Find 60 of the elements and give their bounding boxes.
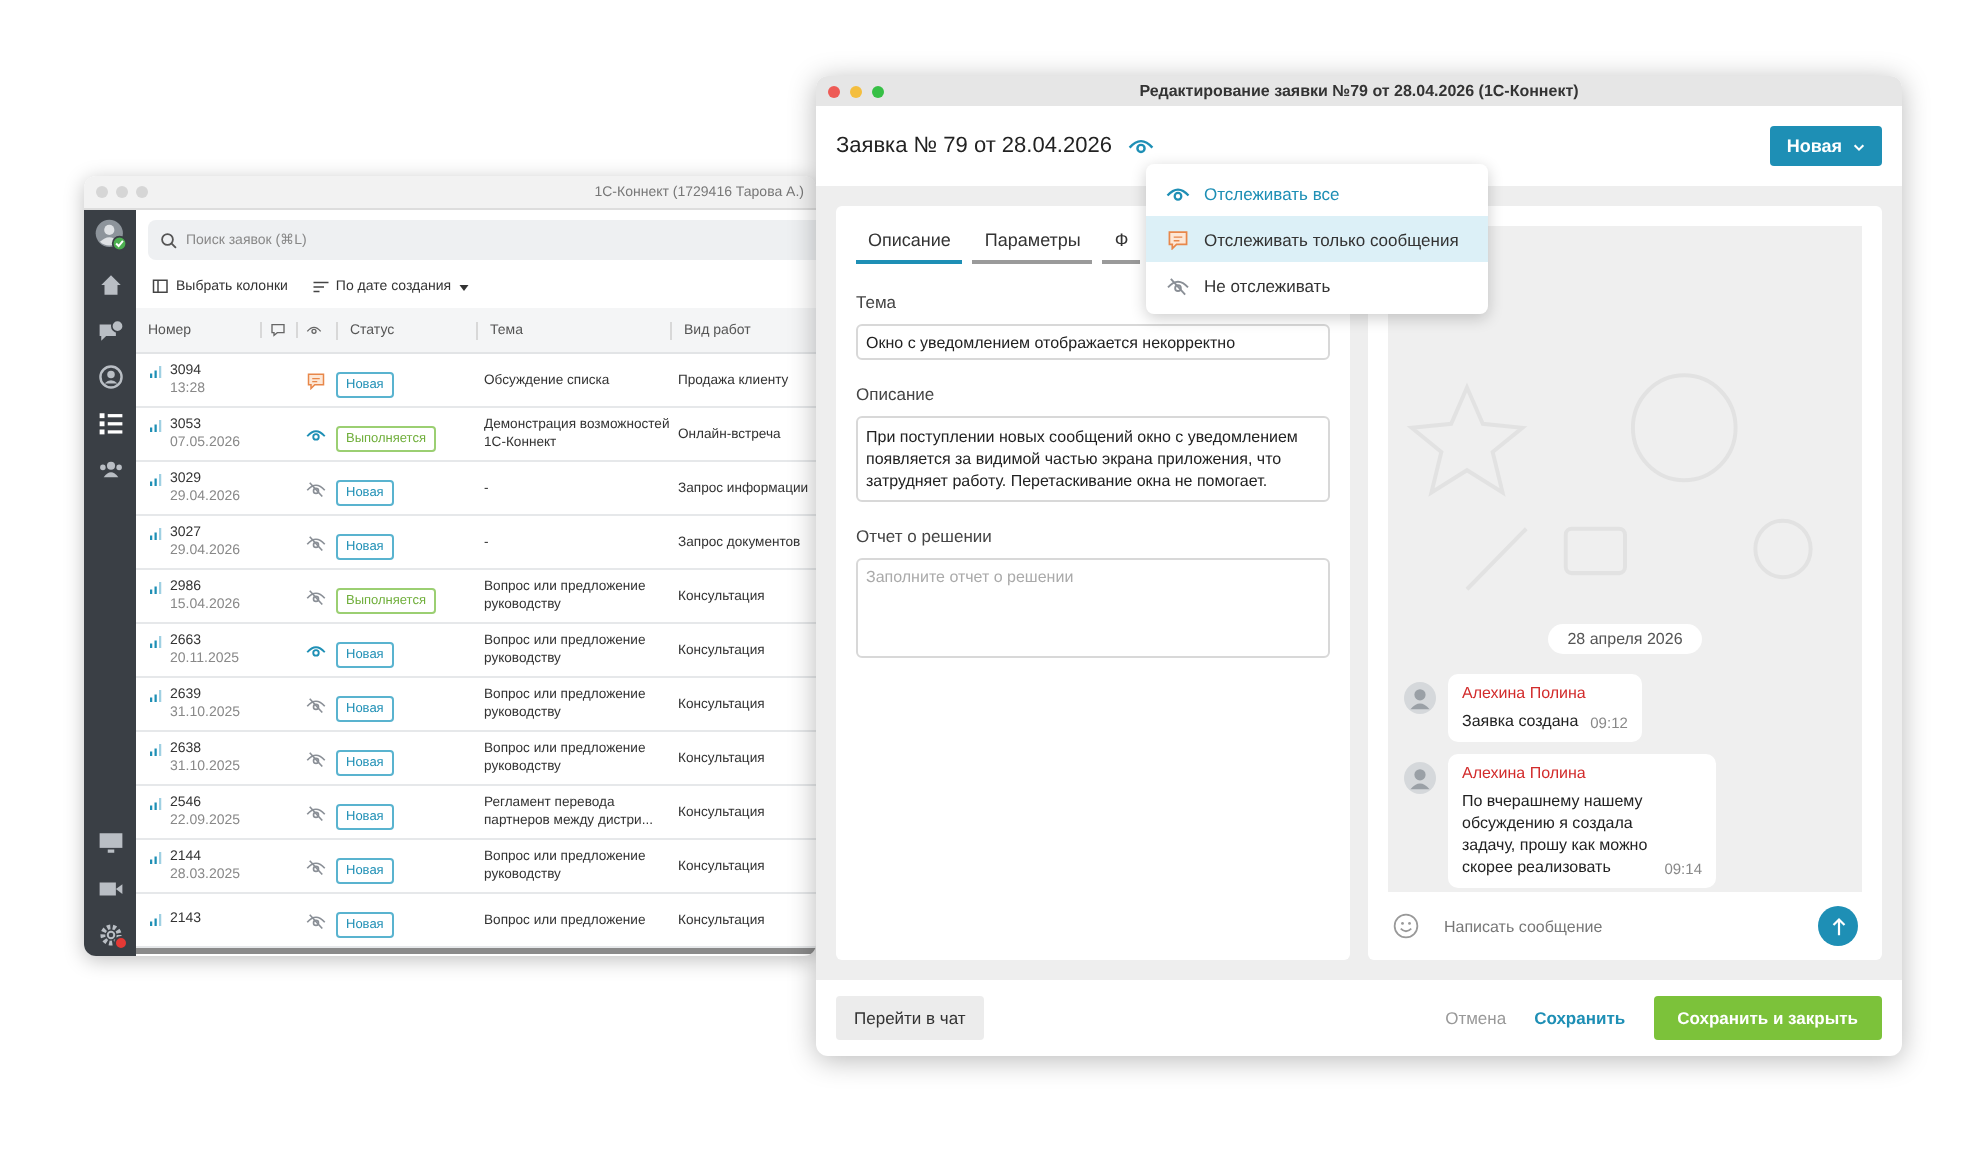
sort-icon bbox=[311, 278, 330, 296]
tab[interactable]: Параметры bbox=[972, 218, 1093, 264]
signal-bars-icon bbox=[150, 581, 162, 593]
message-author: Алехина Полина bbox=[1462, 684, 1588, 702]
avatar-icon bbox=[1404, 682, 1436, 714]
monitor-icon[interactable] bbox=[97, 830, 123, 856]
signal-bars-icon bbox=[150, 914, 162, 927]
signal-bars-icon bbox=[150, 473, 162, 485]
menu-item[interactable]: Отслеживать все bbox=[1146, 170, 1488, 216]
go-to-chat-button[interactable]: Перейти в чат bbox=[836, 996, 984, 1040]
people-icon[interactable] bbox=[97, 456, 123, 482]
menu-item[interactable]: Отслеживать только сообщения bbox=[1146, 216, 1488, 262]
eye-column-icon[interactable] bbox=[306, 322, 322, 338]
report-field[interactable]: Заполните отчет о решении bbox=[856, 558, 1330, 658]
ticket-heading: Заявка № 79 от 28.04.2026 bbox=[836, 134, 1112, 158]
caret-icon bbox=[457, 281, 470, 293]
columns-icon bbox=[152, 278, 170, 296]
signal-bars-icon bbox=[150, 365, 162, 377]
alert-badge bbox=[113, 936, 127, 950]
eye-icon bbox=[1166, 183, 1190, 203]
send-button[interactable] bbox=[1818, 906, 1858, 946]
tab[interactable]: Описание bbox=[856, 218, 963, 264]
search-icon bbox=[160, 231, 178, 249]
message-column-icon[interactable] bbox=[270, 322, 286, 338]
watch-button[interactable] bbox=[1127, 136, 1154, 156]
status-dropdown[interactable]: Новая bbox=[1770, 126, 1882, 166]
avatar-icon bbox=[1404, 762, 1436, 794]
date-pill: 28 апреля 2026 bbox=[1547, 624, 1703, 654]
arrow-up-icon bbox=[1827, 915, 1849, 937]
emoji-icon[interactable] bbox=[1392, 912, 1420, 940]
signal-bars-icon bbox=[150, 689, 162, 701]
scrollbar[interactable] bbox=[136, 948, 816, 954]
list-icon[interactable] bbox=[97, 410, 123, 436]
message-text: Заявка создана bbox=[1462, 710, 1579, 732]
signal-bars-icon bbox=[150, 527, 162, 539]
message-author: Алехина Полина bbox=[1462, 764, 1588, 782]
topic-field[interactable]: Окно с уведомлением отображается некорректно bbox=[856, 324, 1330, 360]
message-text: По вчерашнему нашему обсуждению я создала задачу, прошу как можно скорее реализовать bbox=[1462, 790, 1650, 878]
signal-bars-icon bbox=[150, 797, 162, 809]
chevron-down-icon bbox=[1852, 139, 1866, 153]
profile-icon[interactable] bbox=[97, 364, 123, 390]
signal-bars-icon bbox=[150, 419, 162, 431]
eye-off-icon bbox=[1166, 275, 1190, 295]
home-icon[interactable] bbox=[97, 272, 123, 298]
message-icon bbox=[1166, 229, 1190, 249]
save-button[interactable]: Сохранить bbox=[1534, 1008, 1626, 1028]
signal-bars-icon bbox=[150, 743, 162, 755]
window-title: Редактирование заявки №79 от 28.04.2026 (1С-Коннект) bbox=[1137, 82, 1581, 100]
user-avatar-icon[interactable] bbox=[93, 218, 127, 252]
signal-bars-icon bbox=[150, 851, 162, 863]
description-field[interactable]: При поступлении новых сообщений окно с уведомлением появляется за видимой частью экрана приложения, что затрудняет работу. Перетаскивание окна не помогает. bbox=[856, 416, 1330, 502]
menu-item[interactable]: Не отслеживать bbox=[1146, 262, 1488, 308]
tab[interactable]: Ф bbox=[1102, 218, 1141, 264]
settings-icon[interactable] bbox=[97, 922, 123, 948]
eye-icon bbox=[1127, 136, 1154, 156]
field-label: Описание bbox=[856, 384, 937, 404]
field-label: Отчет о решении bbox=[856, 526, 994, 546]
signal-bars-icon bbox=[150, 635, 162, 647]
field-label: Тема bbox=[856, 292, 899, 312]
chat-check-icon[interactable] bbox=[97, 318, 123, 344]
